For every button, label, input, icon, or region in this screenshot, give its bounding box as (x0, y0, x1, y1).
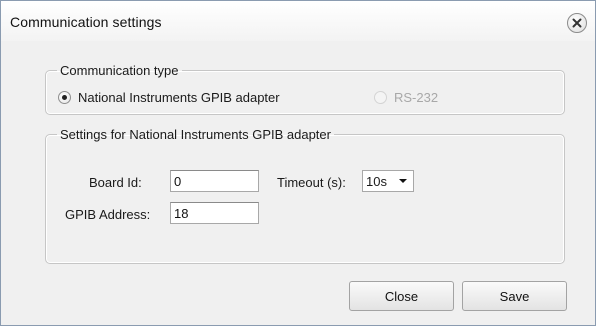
radio-checked-icon (58, 91, 71, 104)
communication-settings-dialog: Communication settings Communication typ… (0, 0, 596, 326)
save-button[interactable]: Save (462, 281, 567, 311)
chevron-down-icon[interactable] (393, 171, 413, 191)
communication-type-legend: Communication type (60, 63, 179, 78)
title-bar: Communication settings (1, 1, 595, 41)
timeout-select[interactable]: 10s (362, 170, 414, 192)
dialog-title: Communication settings (10, 14, 162, 30)
radio-gpib-adapter-label: National Instruments GPIB adapter (78, 90, 280, 105)
timeout-label: Timeout (s): (277, 175, 346, 190)
gpib-address-label: GPIB Address: (65, 207, 151, 222)
radio-unchecked-icon (374, 91, 387, 104)
radio-gpib-adapter[interactable]: National Instruments GPIB adapter (58, 90, 280, 105)
radio-rs232[interactable]: RS-232 (374, 90, 438, 105)
close-icon[interactable] (567, 13, 587, 33)
timeout-value: 10s (366, 174, 387, 189)
board-id-input[interactable] (170, 170, 259, 192)
radio-rs232-label: RS-232 (394, 90, 439, 105)
communication-type-group: Communication type (45, 63, 565, 115)
board-id-label: Board Id: (89, 175, 142, 190)
close-button[interactable]: Close (349, 281, 454, 311)
gpib-settings-legend: Settings for National Instruments GPIB a… (60, 127, 331, 142)
gpib-address-input[interactable] (170, 202, 259, 224)
gpib-settings-group: Settings for National Instruments GPIB a… (45, 127, 565, 264)
